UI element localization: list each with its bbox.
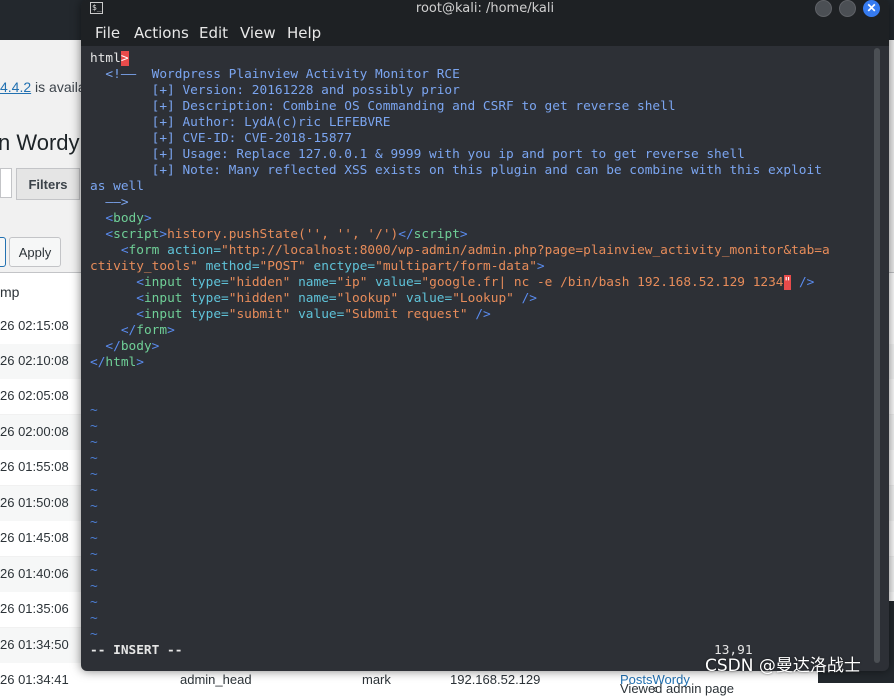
close-icon: ✕ — [866, 1, 877, 15]
filters-tab[interactable]: Filters — [16, 168, 80, 200]
empty-line-marker: ~ — [90, 531, 98, 546]
title-bar[interactable]: $_ root@kali: /home/kali ✕ — [81, 0, 889, 19]
code-line: ctivity_tools" method="POST" enctype="mu… — [90, 259, 545, 274]
apply-button[interactable]: Apply — [9, 237, 61, 267]
empty-line-marker: ~ — [90, 547, 98, 562]
tab-partial[interactable] — [0, 168, 12, 198]
vim-editor[interactable]: html> <!—— Wordpress Plainview Activity … — [90, 51, 870, 659]
menu-help[interactable]: Help — [287, 24, 321, 42]
menu-view[interactable]: View — [240, 24, 276, 42]
code-line: <input type="hidden" name="ip" value="go… — [136, 275, 815, 290]
empty-line-marker: ~ — [90, 435, 98, 450]
code-line: html> — [90, 51, 129, 66]
code-line: <!—— Wordpress Plainview Activity Monito… — [90, 67, 460, 82]
code-line: [+] Author: LydA(c)ric LEFEBVRE — [90, 115, 391, 130]
code-line: [+] Note: Many reflected XSS exists on t… — [90, 163, 822, 178]
empty-line-marker: ~ — [90, 611, 98, 626]
empty-line-marker: ~ — [90, 483, 98, 498]
text-cursor: > — [120, 51, 129, 66]
empty-line-marker: ~ — [90, 563, 98, 578]
code-line: <script>history.pushState('', '', '/')</… — [105, 227, 468, 242]
empty-line-marker: ~ — [90, 419, 98, 434]
empty-line-marker: ~ — [90, 579, 98, 594]
scrollbar[interactable] — [874, 48, 880, 663]
empty-line-marker: ~ — [90, 627, 98, 642]
code-line: as well — [90, 179, 144, 194]
empty-line-marker: ~ — [90, 499, 98, 514]
empty-line-marker: ~ — [90, 403, 98, 418]
bulk-select-partial[interactable] — [0, 237, 6, 267]
menu-file[interactable]: File — [95, 24, 120, 42]
update-link[interactable]: 4.4.2 — [0, 79, 31, 95]
window-title: root@kali: /home/kali — [415, 1, 555, 16]
empty-line-marker: ~ — [90, 451, 98, 466]
minimize-button[interactable] — [815, 0, 832, 17]
code-line: <body> — [105, 211, 152, 226]
empty-line-marker: ~ — [90, 595, 98, 610]
column-header-timestamp[interactable]: mp — [0, 284, 19, 300]
maximize-button[interactable] — [839, 0, 856, 17]
code-line: <form action="http://localhost:8000/wp-a… — [120, 243, 830, 258]
code-line: ——> — [90, 195, 129, 210]
page-title: n Wordy — [0, 130, 80, 155]
csdn-watermark: CSDN @曼达洛战士 — [705, 656, 861, 676]
code-line: [+] Description: Combine OS Commanding a… — [90, 99, 676, 114]
code-line: [+] Usage: Replace 127.0.0.1 & 9999 with… — [90, 147, 745, 162]
code-line: </form> — [120, 323, 175, 338]
menu-actions[interactable]: Actions — [134, 24, 189, 42]
code-line: <input type="submit" value="Submit reque… — [136, 307, 491, 322]
code-line: [+] Version: 20161228 and possibly prior — [90, 83, 460, 98]
close-button[interactable]: ✕ — [863, 0, 880, 17]
code-line: [+] CVE-ID: CVE-2018-15877 — [90, 131, 352, 146]
menu-bar: File Actions Edit View Help — [81, 19, 889, 46]
code-line: <input type="hidden" name="lookup" value… — [136, 291, 537, 306]
code-line: </body> — [105, 339, 160, 354]
terminal-window[interactable]: $_ root@kali: /home/kali ✕ File Actions … — [81, 0, 889, 671]
code-line: </html> — [90, 355, 144, 370]
empty-line-marker: ~ — [90, 467, 98, 482]
empty-line-marker: ~ — [90, 515, 98, 530]
menu-edit[interactable]: Edit — [199, 24, 228, 42]
vim-mode-indicator: -- INSERT -- — [90, 643, 183, 658]
